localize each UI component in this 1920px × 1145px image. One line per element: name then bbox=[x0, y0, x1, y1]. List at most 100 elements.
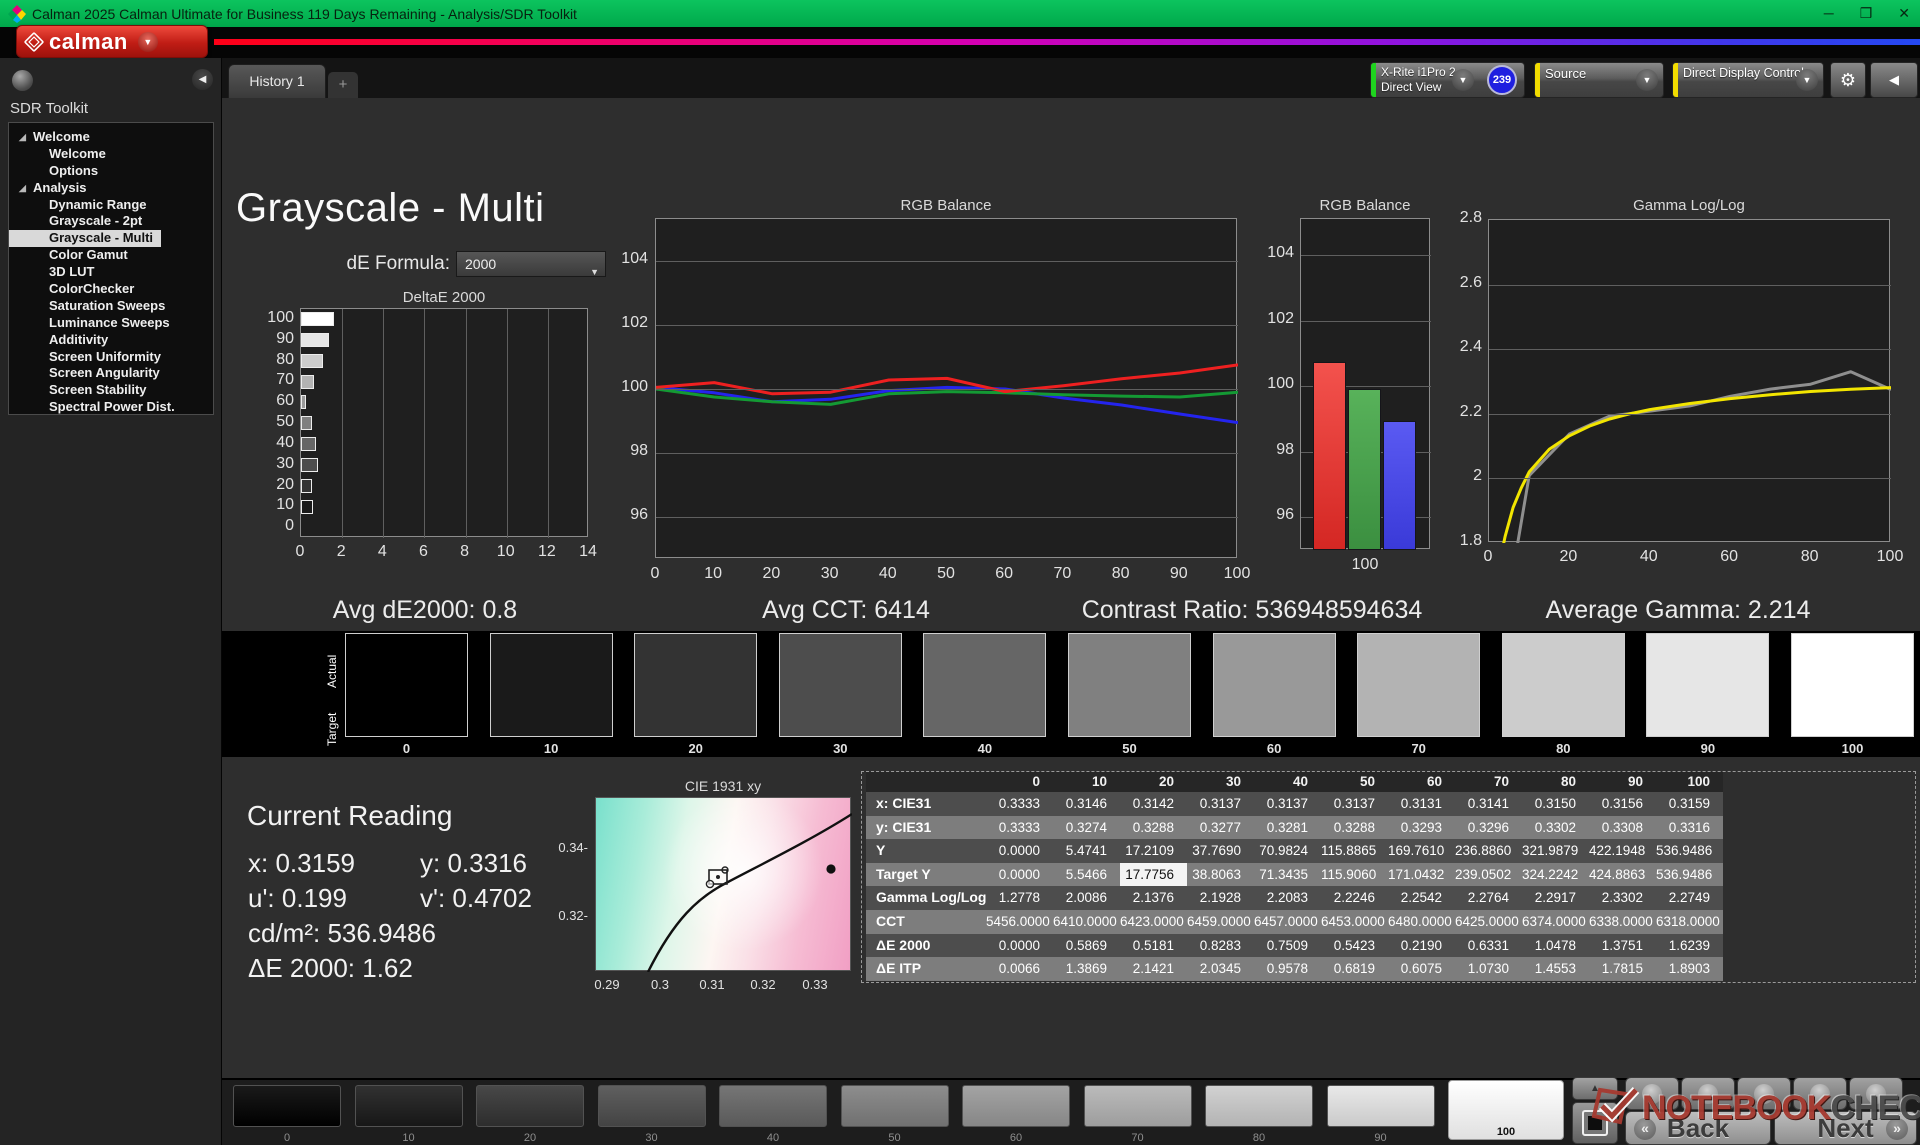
meter-count-badge[interactable]: 239 bbox=[1487, 65, 1517, 95]
reading-v: v': 0.4702 bbox=[420, 883, 532, 914]
transport-button-5[interactable] bbox=[1849, 1077, 1903, 1110]
table-cell: 2.2083 bbox=[1254, 886, 1321, 910]
collapse-toolbar-button[interactable]: ◀ bbox=[1870, 62, 1918, 98]
sidebar-item-analysis[interactable]: ◢Analysis bbox=[9, 180, 213, 197]
calman-menu-button[interactable]: calman ▼ bbox=[16, 25, 208, 58]
table-cell: 2.1928 bbox=[1187, 886, 1254, 910]
de-formula-select[interactable]: 2000 ▼ bbox=[456, 251, 606, 277]
next-button[interactable]: Next » bbox=[1774, 1111, 1917, 1145]
gridline-y bbox=[656, 261, 1238, 262]
table-row[interactable]: Y0.00005.474117.210937.769070.9824115.88… bbox=[866, 839, 1723, 863]
transport-button-2[interactable] bbox=[1681, 1077, 1735, 1110]
chevron-left-icon: ◀ bbox=[1889, 72, 1899, 87]
transport-button-3[interactable] bbox=[1737, 1077, 1791, 1110]
pattern-panel-up-button[interactable]: ▲ bbox=[1572, 1077, 1618, 1100]
sidebar-item-grayscale-2pt[interactable]: Grayscale - 2pt bbox=[9, 213, 213, 230]
add-tab-button[interactable]: + bbox=[328, 72, 358, 98]
sidebar-item-screen-angularity[interactable]: Screen Angularity bbox=[9, 365, 213, 382]
y-tick-label: 2.8 bbox=[1436, 209, 1482, 227]
next-arrow-icon: » bbox=[1886, 1118, 1908, 1140]
calman-window: Calman 2025 Calman Ultimate for Business… bbox=[0, 0, 1920, 1145]
table-cell: 1.6239 bbox=[1656, 934, 1723, 958]
table-row[interactable]: ΔE 20000.00000.58690.51810.82830.75090.5… bbox=[866, 934, 1723, 958]
source-dropdown[interactable]: Source ▼ bbox=[1534, 62, 1664, 98]
table-cell: 0.5869 bbox=[1053, 934, 1120, 958]
row-label: x: CIE31 bbox=[866, 792, 986, 816]
table-cell: 422.1948 bbox=[1589, 839, 1656, 863]
maximize-button[interactable]: ❒ bbox=[1860, 0, 1873, 27]
minimize-button[interactable]: ─ bbox=[1824, 0, 1834, 27]
sidebar-item-spectral-power-dist-[interactable]: Spectral Power Dist. bbox=[9, 399, 213, 415]
close-button[interactable]: ✕ bbox=[1898, 0, 1910, 27]
table-row[interactable]: CCT5456.00006410.00006423.00006459.00006… bbox=[866, 910, 1723, 934]
sidebar-item-welcome[interactable]: ◢Welcome bbox=[9, 129, 213, 146]
meter-dropdown[interactable]: X-Rite i1Pro 2Direct View ▼ 239 bbox=[1370, 62, 1525, 98]
x-tick-label: 40 bbox=[870, 565, 906, 583]
deltae-bar-80 bbox=[301, 354, 323, 368]
sidebar-item-welcome[interactable]: Welcome bbox=[9, 146, 213, 163]
chevron-down-icon: ▼ bbox=[1796, 69, 1818, 91]
pattern-patch-90[interactable] bbox=[1327, 1085, 1435, 1127]
y-tick-label: 98 bbox=[598, 442, 648, 460]
table-row[interactable]: Gamma Log/Log1.27782.00862.13762.19282.2… bbox=[866, 886, 1723, 910]
table-row[interactable]: Target Y0.00005.546617.775638.806371.343… bbox=[866, 863, 1723, 887]
gridline-y bbox=[656, 389, 1238, 390]
transport-button-1[interactable] bbox=[1625, 1077, 1679, 1110]
display-control-dropdown[interactable]: Direct Display Control ▼ bbox=[1672, 62, 1824, 98]
column-header-80: 80 bbox=[1522, 772, 1589, 792]
pattern-patch-80[interactable] bbox=[1205, 1085, 1313, 1127]
results-table[interactable]: 0102030405060708090100x: CIE310.33330.31… bbox=[866, 772, 1723, 981]
gridline-x bbox=[342, 309, 343, 538]
pattern-patch-70[interactable] bbox=[1084, 1085, 1192, 1127]
pattern-patch-60[interactable] bbox=[962, 1085, 1070, 1127]
transport-knob-icon bbox=[1698, 1084, 1718, 1104]
table-cell: 0.3277 bbox=[1187, 816, 1254, 840]
sidebar-item-options[interactable]: Options bbox=[9, 163, 213, 180]
sidebar-collapse-button[interactable]: ◀ bbox=[192, 69, 213, 90]
table-cell: 0.3131 bbox=[1388, 792, 1455, 816]
deltae-bar-30 bbox=[301, 458, 318, 472]
pattern-patch-10[interactable] bbox=[355, 1085, 463, 1127]
pattern-window-toggle-button[interactable] bbox=[1572, 1102, 1618, 1144]
bottom-pattern-bar: 0102030405060708090100 ▲ « Back Next » N… bbox=[222, 1078, 1920, 1145]
reading-x: x: 0.3159 bbox=[248, 848, 355, 879]
table-cell: 0.3293 bbox=[1388, 816, 1455, 840]
tree-expander-icon[interactable]: ◢ bbox=[19, 129, 26, 146]
sidebar-item-color-gamut[interactable]: Color Gamut bbox=[9, 247, 213, 264]
settings-button[interactable]: ⚙ bbox=[1830, 62, 1866, 98]
pattern-patch-40[interactable] bbox=[719, 1085, 827, 1127]
x-tick-label: 60 bbox=[1711, 548, 1747, 566]
chevron-down-icon: ▼ bbox=[138, 32, 158, 52]
sidebar-item-dynamic-range[interactable]: Dynamic Range bbox=[9, 197, 213, 214]
y-tick-label: 30 bbox=[246, 455, 294, 473]
x-tick-label: 6 bbox=[408, 543, 438, 561]
pattern-patch-50[interactable] bbox=[841, 1085, 949, 1127]
sidebar-item-screen-uniformity[interactable]: Screen Uniformity bbox=[9, 349, 213, 366]
sidebar-item-additivity[interactable]: Additivity bbox=[9, 332, 213, 349]
tree-expander-icon[interactable]: ◢ bbox=[19, 180, 26, 197]
x-tick-label: 100 bbox=[1872, 548, 1908, 566]
sidebar-item-luminance-sweeps[interactable]: Luminance Sweeps bbox=[9, 315, 213, 332]
sidebar-item-saturation-sweeps[interactable]: Saturation Sweeps bbox=[9, 298, 213, 315]
table-row[interactable]: y: CIE310.33330.32740.32880.32770.32810.… bbox=[866, 816, 1723, 840]
pattern-patch-0[interactable] bbox=[233, 1085, 341, 1127]
table-row[interactable]: x: CIE310.33330.31460.31420.31370.31370.… bbox=[866, 792, 1723, 816]
sidebar-item-colorchecker[interactable]: ColorChecker bbox=[9, 281, 213, 298]
chevron-down-icon: ▼ bbox=[1452, 69, 1474, 91]
tab-history-1[interactable]: History 1 bbox=[228, 64, 326, 98]
sidebar-item-screen-stability[interactable]: Screen Stability bbox=[9, 382, 213, 399]
patch-label: 80 bbox=[1205, 1132, 1313, 1144]
pattern-patch-30[interactable] bbox=[598, 1085, 706, 1127]
rgb-bar-blue bbox=[1383, 421, 1416, 550]
table-row[interactable]: ΔE ITP0.00661.38692.14212.03450.95780.68… bbox=[866, 957, 1723, 981]
back-button[interactable]: « Back bbox=[1625, 1111, 1771, 1145]
table-cell: 0.3302 bbox=[1522, 816, 1589, 840]
sidebar-item-grayscale-multi[interactable]: Grayscale - Multi bbox=[9, 230, 161, 247]
deltae-bar-10 bbox=[301, 500, 313, 514]
pattern-patch-20[interactable] bbox=[476, 1085, 584, 1127]
gridline-x bbox=[424, 309, 425, 538]
table-cell: 0.3159 bbox=[1656, 792, 1723, 816]
workflow-sphere-icon[interactable] bbox=[12, 70, 33, 91]
sidebar-item-3d-lut[interactable]: 3D LUT bbox=[9, 264, 213, 281]
transport-button-4[interactable] bbox=[1793, 1077, 1847, 1110]
